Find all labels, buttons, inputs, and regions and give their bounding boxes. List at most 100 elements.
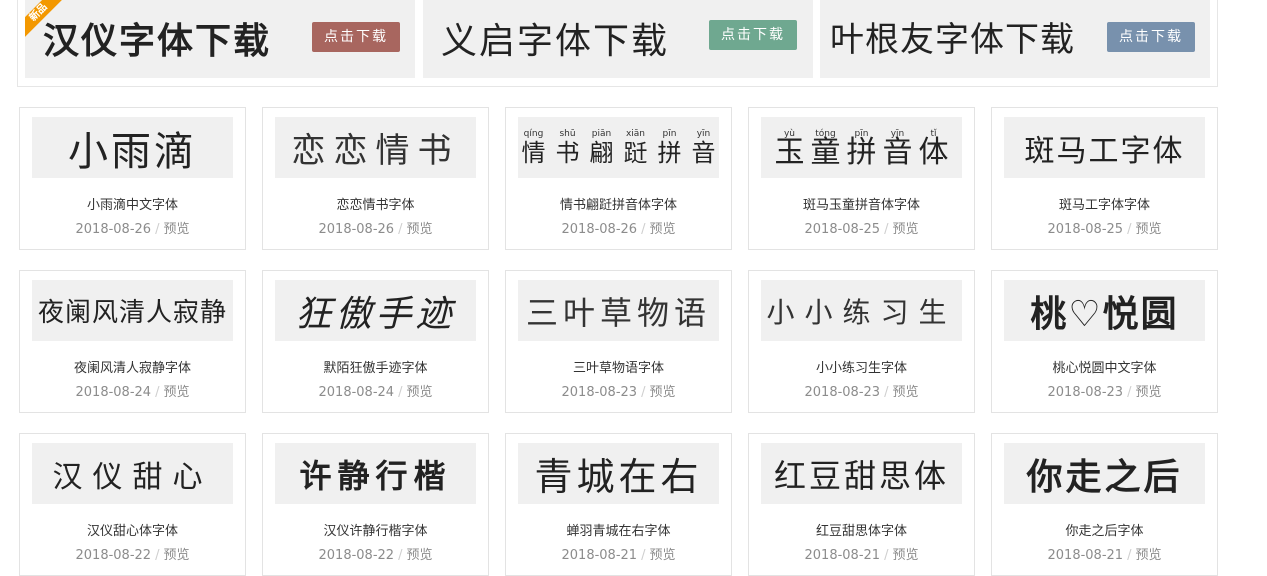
font-name[interactable]: 斑马工字体字体 xyxy=(992,194,1217,213)
preview-link[interactable]: 预览 xyxy=(406,548,432,563)
font-preview[interactable]: 三叶草物语 xyxy=(518,280,719,341)
font-name[interactable]: 斑马玉童拼音体字体 xyxy=(749,194,974,213)
font-preview[interactable]: 你走之后 xyxy=(1004,443,1205,504)
font-preview[interactable]: 夜阑风清人寂静 xyxy=(32,280,233,341)
font-date: 2018-08-26 xyxy=(318,222,395,237)
font-name[interactable]: 夜阑风清人寂静字体 xyxy=(20,357,245,376)
download-button[interactable]: 点击下载 xyxy=(312,22,400,52)
font-date: 2018-08-21 xyxy=(804,548,881,563)
font-name[interactable]: 恋恋情书字体 xyxy=(263,194,488,213)
font-name[interactable]: 汉仪甜心体字体 xyxy=(20,520,245,539)
preview-link[interactable]: 预览 xyxy=(649,385,675,400)
font-preview[interactable]: 青城在右 xyxy=(518,443,719,504)
font-date: 2018-08-25 xyxy=(1047,222,1124,237)
banner-hanyi[interactable]: 新品 汉仪字体下载 点击下载 xyxy=(25,0,415,78)
font-card[interactable]: 小雨滴 小雨滴中文字体 2018-08-26/预览 xyxy=(19,107,246,250)
font-card[interactable]: 恋恋情书 恋恋情书字体 2018-08-26/预览 xyxy=(262,107,489,250)
font-card[interactable]: 你走之后 你走之后字体 2018-08-21/预览 xyxy=(991,433,1218,576)
font-date: 2018-08-21 xyxy=(561,548,638,563)
font-name[interactable]: 汉仪许静行楷字体 xyxy=(263,520,488,539)
font-card[interactable]: 汉仪甜心 汉仪甜心体字体 2018-08-22/预览 xyxy=(19,433,246,576)
preview-link[interactable]: 预览 xyxy=(163,548,189,563)
font-card[interactable]: 青城在右 蝉羽青城在右字体 2018-08-21/预览 xyxy=(505,433,732,576)
pinyin-preview: yù 玉 tóng 童 pīn 拼 yīn 音 tǐ 体 xyxy=(774,128,949,170)
font-meta: 2018-08-21/预览 xyxy=(561,548,676,563)
pinyin-preview: qíng 情 shū 书 piān 翩 xiān 跹 pīn 拼 yīn 音 xyxy=(521,128,716,167)
font-meta: 2018-08-26/预览 xyxy=(561,222,676,237)
font-preview[interactable]: 桃♡悦圆 xyxy=(1004,280,1205,341)
font-preview[interactable]: 斑马工字体 xyxy=(1004,117,1205,178)
font-meta: 2018-08-23/预览 xyxy=(804,385,919,400)
preview-link[interactable]: 预览 xyxy=(163,385,189,400)
font-meta: 2018-08-26/预览 xyxy=(318,222,433,237)
banner-title: 义启字体下载 xyxy=(441,21,670,62)
font-meta: 2018-08-22/预览 xyxy=(75,548,190,563)
preview-link[interactable]: 预览 xyxy=(649,548,675,563)
font-preview[interactable]: 恋恋情书 xyxy=(275,117,476,178)
font-name[interactable]: 三叶草物语字体 xyxy=(506,357,731,376)
font-name[interactable]: 默陌狂傲手迹字体 xyxy=(263,357,488,376)
font-meta: 2018-08-23/预览 xyxy=(1047,385,1162,400)
font-date: 2018-08-22 xyxy=(318,548,395,563)
font-preview[interactable]: 小小练习生 xyxy=(761,280,962,341)
font-date: 2018-08-26 xyxy=(75,222,152,237)
font-card[interactable]: 狂傲手迹 默陌狂傲手迹字体 2018-08-24/预览 xyxy=(262,270,489,413)
font-meta: 2018-08-25/预览 xyxy=(804,222,919,237)
font-card[interactable]: 红豆甜思体 红豆甜思体字体 2018-08-21/预览 xyxy=(748,433,975,576)
font-meta: 2018-08-26/预览 xyxy=(75,222,190,237)
font-date: 2018-08-24 xyxy=(318,385,395,400)
font-name[interactable]: 红豆甜思体字体 xyxy=(749,520,974,539)
font-preview[interactable]: 狂傲手迹 xyxy=(275,280,476,341)
font-name[interactable]: 你走之后字体 xyxy=(992,520,1217,539)
download-button[interactable]: 点击下载 xyxy=(709,20,797,50)
font-name[interactable]: 蝉羽青城在右字体 xyxy=(506,520,731,539)
font-card[interactable]: qíng 情 shū 书 piān 翩 xiān 跹 pīn 拼 yīn 音 情书翩跹拼音体… xyxy=(505,107,732,250)
preview-link[interactable]: 预览 xyxy=(1135,385,1161,400)
preview-link[interactable]: 预览 xyxy=(892,222,918,237)
download-button[interactable]: 点击下载 xyxy=(1107,22,1195,52)
font-preview[interactable]: 许静行楷 xyxy=(275,443,476,504)
font-date: 2018-08-26 xyxy=(561,222,638,237)
font-name[interactable]: 小雨滴中文字体 xyxy=(20,194,245,213)
font-meta: 2018-08-23/预览 xyxy=(561,385,676,400)
font-name[interactable]: 情书翩跹拼音体字体 xyxy=(506,194,731,213)
banner-title: 汉仪字体下载 xyxy=(43,21,272,62)
preview-link[interactable]: 预览 xyxy=(649,222,675,237)
font-meta: 2018-08-24/预览 xyxy=(75,385,190,400)
font-card[interactable]: 许静行楷 汉仪许静行楷字体 2018-08-22/预览 xyxy=(262,433,489,576)
preview-link[interactable]: 预览 xyxy=(163,222,189,237)
banner-yiqi[interactable]: 义启字体下载 点击下载 xyxy=(423,0,813,78)
font-date: 2018-08-23 xyxy=(804,385,881,400)
font-card[interactable]: 斑马工字体 斑马工字体字体 2018-08-25/预览 xyxy=(991,107,1218,250)
banner-title: 叶根友字体下载 xyxy=(830,20,1075,60)
preview-link[interactable]: 预览 xyxy=(892,548,918,563)
font-card[interactable]: 夜阑风清人寂静 夜阑风清人寂静字体 2018-08-24/预览 xyxy=(19,270,246,413)
preview-link[interactable]: 预览 xyxy=(406,385,432,400)
font-meta: 2018-08-25/预览 xyxy=(1047,222,1162,237)
preview-link[interactable]: 预览 xyxy=(892,385,918,400)
font-meta: 2018-08-24/预览 xyxy=(318,385,433,400)
font-date: 2018-08-23 xyxy=(561,385,638,400)
preview-link[interactable]: 预览 xyxy=(406,222,432,237)
font-date: 2018-08-21 xyxy=(1047,548,1124,563)
font-preview[interactable]: yù 玉 tóng 童 pīn 拼 yīn 音 tǐ 体 xyxy=(761,117,962,178)
preview-link[interactable]: 预览 xyxy=(1135,548,1161,563)
font-preview[interactable]: 红豆甜思体 xyxy=(761,443,962,504)
font-card[interactable]: yù 玉 tóng 童 pīn 拼 yīn 音 tǐ 体 斑马玉童拼音体字体 2018-0… xyxy=(748,107,975,250)
banner-yegenyou[interactable]: 叶根友字体下载 点击下载 xyxy=(820,0,1210,78)
preview-link[interactable]: 预览 xyxy=(1135,222,1161,237)
font-card[interactable]: 三叶草物语 三叶草物语字体 2018-08-23/预览 xyxy=(505,270,732,413)
font-meta: 2018-08-21/预览 xyxy=(1047,548,1162,563)
font-preview[interactable]: 汉仪甜心 xyxy=(32,443,233,504)
font-date: 2018-08-24 xyxy=(75,385,152,400)
font-card[interactable]: 小小练习生 小小练习生字体 2018-08-23/预览 xyxy=(748,270,975,413)
font-name[interactable]: 桃心悦圆中文字体 xyxy=(992,357,1217,376)
banner-strip: 新品 汉仪字体下载 点击下载 义启字体下载 点击下载 叶根友字体下载 点击下载 xyxy=(17,0,1218,87)
font-card[interactable]: 桃♡悦圆 桃心悦圆中文字体 2018-08-23/预览 xyxy=(991,270,1218,413)
font-name[interactable]: 小小练习生字体 xyxy=(749,357,974,376)
font-preview[interactable]: 小雨滴 xyxy=(32,117,233,178)
font-date: 2018-08-22 xyxy=(75,548,152,563)
font-meta: 2018-08-21/预览 xyxy=(804,548,919,563)
font-date: 2018-08-25 xyxy=(804,222,881,237)
font-preview[interactable]: qíng 情 shū 书 piān 翩 xiān 跹 pīn 拼 yīn 音 xyxy=(518,117,719,178)
